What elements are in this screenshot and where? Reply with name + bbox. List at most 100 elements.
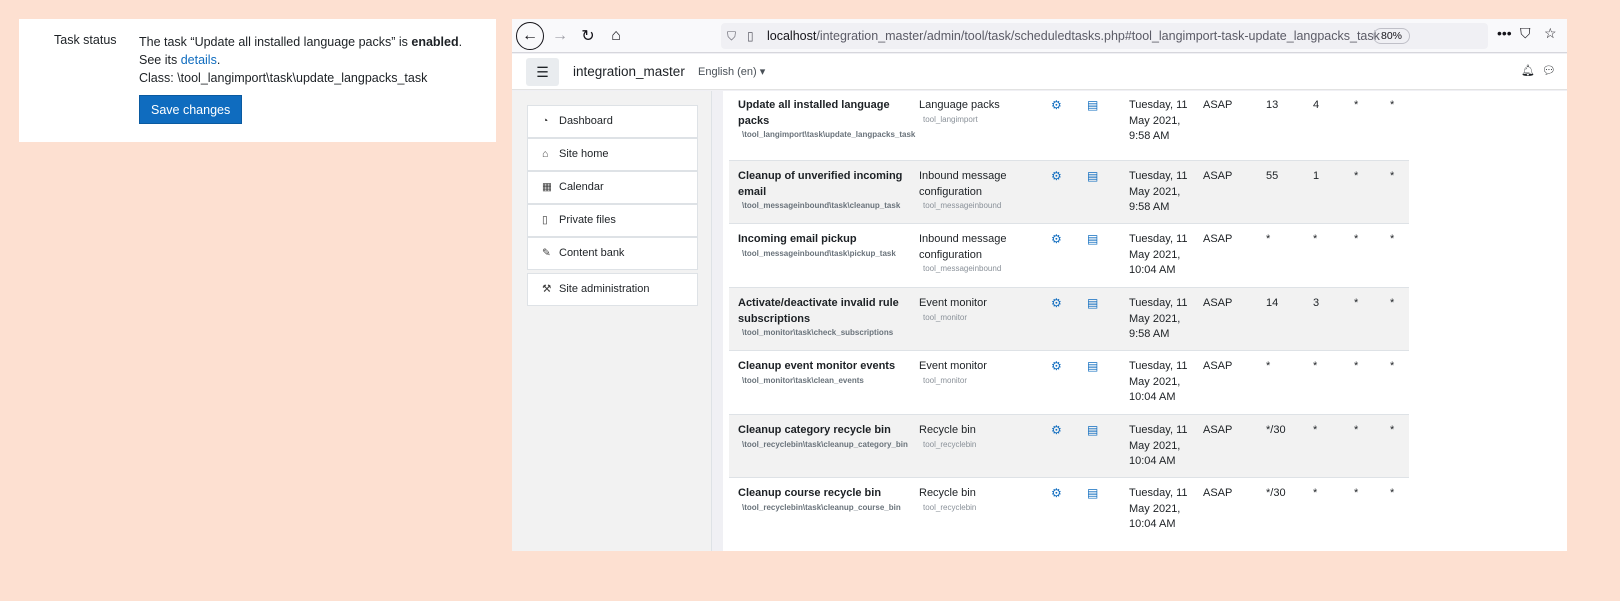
task-component: Recycle bin tool_recyclebin xyxy=(919,486,1039,514)
home-icon[interactable]: ⌂ xyxy=(602,22,630,50)
task-class: \tool_messageinbound\task\pickup_task xyxy=(742,248,896,258)
drawer-item-private-files[interactable]: ▯ Private files xyxy=(527,204,698,237)
task-details-line: See its details. xyxy=(139,51,462,69)
task-name: Cleanup category recycle bin \tool_recycl… xyxy=(738,423,908,451)
drawer-item-content-bank[interactable]: ✎ Content bank xyxy=(527,237,698,270)
task-component: Event monitor tool_monitor xyxy=(919,359,1039,387)
gear-icon[interactable]: ⚙ xyxy=(1051,486,1062,502)
zoom-level[interactable]: 80% xyxy=(1373,28,1411,44)
hour: * xyxy=(1313,360,1318,372)
hour: * xyxy=(1313,487,1318,499)
bookmark-star-icon[interactable]: ☆ xyxy=(1544,25,1557,42)
notification-bell-icon[interactable]: 🔔︎ xyxy=(1521,64,1535,77)
next-run: ASAP xyxy=(1203,233,1233,245)
table-row: Cleanup of unverified incoming email \too… xyxy=(729,160,1409,223)
month: * xyxy=(1390,297,1395,309)
messages-icon[interactable]: 💬︎ xyxy=(1542,64,1556,77)
task-component: Inbound message configuration tool_messag… xyxy=(919,232,1039,275)
hour: 4 xyxy=(1313,99,1320,111)
task-status-value: enabled xyxy=(411,35,459,49)
component-name: Recycle bin xyxy=(919,424,976,436)
next-run: ASAP xyxy=(1203,170,1233,182)
task-class: \tool_langimport\task\update_langpacks_t… xyxy=(742,130,916,139)
task-class: \tool_recyclebin\task\cleanup_category_b… xyxy=(742,439,908,449)
task-status-text: The task “Update all installed language … xyxy=(139,33,462,124)
url-bar[interactable]: ⛉ ▯ localhost/integration_master/admin/t… xyxy=(721,23,1488,49)
day: * xyxy=(1354,99,1359,111)
site-name[interactable]: integration_master xyxy=(573,54,685,90)
drawer-item-label: Site home xyxy=(559,148,609,160)
url-text[interactable]: localhost/integration_master/admin/tool/… xyxy=(767,23,1380,49)
shield-icon[interactable]: ⛉ xyxy=(727,23,736,49)
log-file-icon[interactable]: ▤ xyxy=(1087,423,1098,439)
task-name-text: Update all installed language packs xyxy=(738,99,890,127)
month: * xyxy=(1390,170,1395,182)
gear-icon[interactable]: ⚙ xyxy=(1051,169,1062,185)
component-name: Event monitor xyxy=(919,360,987,372)
gear-icon[interactable]: ⚙ xyxy=(1051,98,1062,114)
more-actions-icon[interactable]: ••• xyxy=(1497,25,1512,41)
task-name: Activate/deactivate invalid rule subscri… xyxy=(738,296,908,339)
gear-icon[interactable]: ⚙ xyxy=(1051,232,1062,248)
dashboard-icon: ◔ xyxy=(542,115,549,127)
table-row: Update all installed language packs \tool… xyxy=(729,91,1409,160)
log-file-icon[interactable]: ▤ xyxy=(1087,486,1098,502)
gear-icon[interactable]: ⚙ xyxy=(1051,423,1062,439)
minute: * xyxy=(1266,360,1271,372)
language-menu[interactable]: English (en) ▾ xyxy=(698,54,765,90)
url-host: localhost xyxy=(767,29,817,43)
log-file-icon[interactable]: ▤ xyxy=(1087,296,1098,312)
browser-toolbar: ← → ↻ ⌂ ⛉ ▯ localhost/integration_master… xyxy=(512,19,1567,53)
task-name-text: Incoming email pickup xyxy=(738,233,857,245)
save-changes-button[interactable]: Save changes xyxy=(139,95,243,124)
next-run: ASAP xyxy=(1203,297,1233,309)
pocket-icon[interactable]: ⛉ xyxy=(1520,25,1531,42)
component-id: tool_langimport xyxy=(923,114,978,124)
log-file-icon[interactable]: ▤ xyxy=(1087,359,1098,375)
log-file-icon[interactable]: ▤ xyxy=(1087,169,1098,185)
last-run: Tuesday, 11 May 2021, 9:58 AM xyxy=(1129,297,1188,340)
component-name: Language packs xyxy=(919,99,1000,111)
details-link[interactable]: details xyxy=(181,53,217,67)
moodle-navbar: ☰ integration_master English (en) ▾ 🔔︎ 💬… xyxy=(512,54,1567,90)
log-file-icon[interactable]: ▤ xyxy=(1087,232,1098,248)
task-class-line: Class: \tool_langimport\task\update_lang… xyxy=(139,71,428,85)
day: * xyxy=(1354,297,1359,309)
drawer-item-label: Dashboard xyxy=(559,115,613,127)
day: * xyxy=(1354,487,1359,499)
month: * xyxy=(1390,360,1395,372)
component-name: Event monitor xyxy=(919,297,987,309)
month: * xyxy=(1390,424,1395,436)
wrench-icon: ⚒ xyxy=(542,283,552,295)
day: * xyxy=(1354,170,1359,182)
task-name-text: Cleanup course recycle bin xyxy=(738,487,882,499)
task-status-suffix: . xyxy=(458,35,463,49)
task-status-line: The task “Update all installed language … xyxy=(139,33,462,51)
hamburger-menu-icon[interactable]: ☰ xyxy=(526,58,559,86)
next-run: ASAP xyxy=(1203,487,1233,499)
component-id: tool_recyclebin xyxy=(923,439,977,449)
task-name: Incoming email pickup \tool_messageinboun… xyxy=(738,232,908,260)
drawer-item-site-home[interactable]: ⌂ Site home xyxy=(527,138,698,171)
navigation-drawer: ◔ Dashboard ⌂ Site home ▦ Calendar ▯ Private… xyxy=(512,91,712,551)
drawer-item-calendar[interactable]: ▦ Calendar xyxy=(527,171,698,204)
component-id: tool_monitor xyxy=(923,312,968,322)
hour: 1 xyxy=(1313,170,1320,182)
details-suffix: . xyxy=(216,53,221,67)
back-arrow-icon[interactable]: ← xyxy=(516,22,544,50)
task-class: \tool_monitor\task\check_subscriptions xyxy=(742,328,894,337)
task-component: Recycle bin tool_recyclebin xyxy=(919,423,1039,451)
task-name: Cleanup event monitor events \tool_monito… xyxy=(738,359,908,387)
drawer-item-site-administration[interactable]: ⚒ Site administration xyxy=(527,273,698,306)
gear-icon[interactable]: ⚙ xyxy=(1051,296,1062,312)
component-name: Inbound message configuration xyxy=(919,170,1007,198)
month: * xyxy=(1390,487,1395,499)
calendar-icon: ▦ xyxy=(542,181,552,193)
drawer-item-dashboard[interactable]: ◔ Dashboard xyxy=(527,105,698,138)
forward-arrow-icon[interactable]: → xyxy=(546,22,574,50)
minute: */30 xyxy=(1266,424,1286,436)
gear-icon[interactable]: ⚙ xyxy=(1051,359,1062,375)
last-run: Tuesday, 11 May 2021, 9:58 AM xyxy=(1129,99,1188,142)
log-file-icon[interactable]: ▤ xyxy=(1087,98,1098,114)
reload-icon[interactable]: ↻ xyxy=(574,22,602,50)
